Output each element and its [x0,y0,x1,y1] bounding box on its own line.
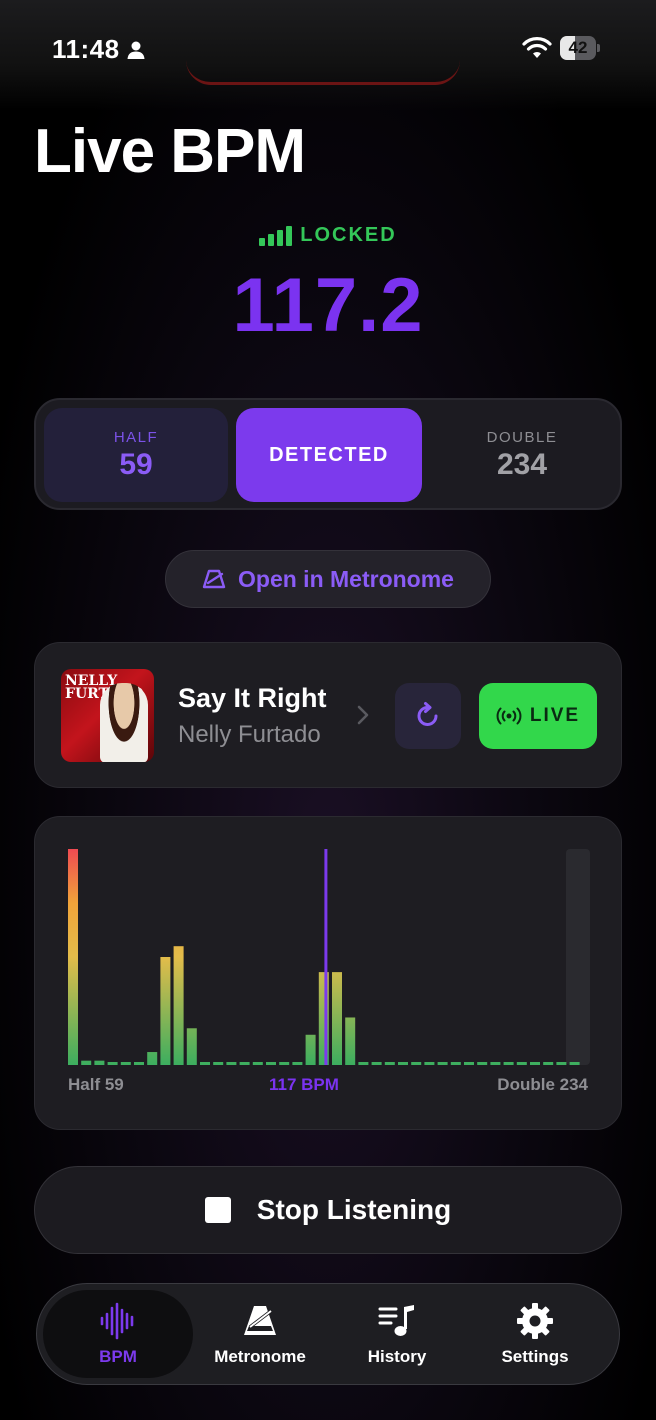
histogram-bar [134,1062,144,1065]
dynamic-island [186,60,460,85]
histogram-bar [279,1062,290,1065]
refresh-icon [417,702,438,726]
tab-metronome[interactable]: Metronome [185,1290,335,1378]
histogram-bar [411,1062,422,1065]
half-value: 59 [119,447,153,481]
chevron-right-icon[interactable] [357,705,369,725]
live-button[interactable]: LIVE [479,683,597,749]
histogram-bar [516,1062,527,1065]
histogram-bar [226,1062,237,1065]
histogram-bar [371,1062,382,1065]
histogram-track [566,849,590,1065]
now-playing-card: NELLY FURTADO Say It Right Nelly Furtado… [34,642,622,788]
detected-label: DETECTED [269,443,389,466]
histogram-bar [239,1062,250,1065]
track-title[interactable]: Say It Right [178,683,327,714]
broadcast-icon [496,707,522,725]
histogram-bar [345,1017,356,1065]
histogram-bar [292,1062,303,1065]
histogram-bar [332,972,342,1065]
history-icon [378,1305,414,1336]
tab-settings[interactable]: Settings [460,1290,610,1378]
histogram-bar [569,1062,580,1065]
histogram-bar [530,1062,540,1065]
waveform-icon [100,1302,134,1340]
histogram-bar [186,1028,197,1065]
tab-settings-label: Settings [501,1347,569,1366]
histogram-bar [464,1062,474,1065]
tab-bar: BPM Metronome History Settings [36,1283,620,1385]
track-artist: Nelly Furtado [178,721,321,748]
histogram-bar [450,1062,461,1065]
histogram-bar [68,849,78,1065]
histogram-bar [490,1062,501,1065]
histogram-bar [543,1062,554,1065]
status-time: 11:48 [52,34,120,64]
stop-listening-button[interactable]: Stop Listening [34,1166,622,1254]
lock-status: LOCKED [0,224,656,247]
histogram-bar [384,1062,395,1065]
metronome-icon [202,569,226,589]
signal-bars-icon [259,225,293,246]
tab-bpm[interactable]: BPM [43,1290,193,1378]
histogram-bar [213,1062,224,1065]
histogram-bar [200,1062,210,1065]
tab-history-label: History [367,1347,427,1366]
wifi-icon [522,37,552,58]
tab-history[interactable]: History [322,1290,472,1378]
open-in-metronome-button[interactable]: Open in Metronome [165,550,491,608]
tab-bpm-label: BPM [99,1347,137,1366]
histogram-bar [305,1034,316,1065]
page-title: Live BPM [34,117,306,186]
histogram-bar [556,1062,567,1065]
axis-label-left: Half 59 [68,1075,124,1094]
tempo-histogram-card: Half 59 117 BPM Double 234 [34,816,622,1130]
tab-metronome-label: Metronome [214,1347,306,1366]
status-bar: 11:48 42 [0,0,656,110]
double-tempo-button[interactable]: DOUBLE 234 [430,408,614,502]
half-tempo-button[interactable]: HALF 59 [44,408,228,502]
histogram-bar [477,1062,488,1065]
histogram-bar [266,1062,276,1065]
stop-listening-label: Stop Listening [256,1194,452,1225]
histogram-bar [160,957,171,1065]
histogram-bar [147,1052,158,1065]
histogram-bar [398,1062,408,1065]
histogram-bar [107,1062,118,1065]
axis-label-center: 117 BPM [269,1075,339,1094]
histogram-bar [252,1062,263,1065]
histogram-bar [503,1062,514,1065]
tempo-selector: HALF 59 DETECTED DOUBLE 234 [34,398,622,510]
battery-indicator: 42 [560,36,600,60]
histogram-bar [173,946,184,1065]
detected-bpm-marker [324,849,328,1065]
gear-icon [517,1303,553,1339]
histogram-bar [81,1060,92,1065]
double-value: 234 [496,447,548,481]
half-label: HALF [113,428,159,446]
refresh-button[interactable] [395,683,461,749]
metronome-icon [244,1306,276,1335]
stop-icon [204,1197,231,1223]
live-label: LIVE [529,705,581,726]
axis-label-right: Double 234 [497,1075,588,1094]
histogram-bar [358,1062,369,1065]
open-in-metronome-label: Open in Metronome [238,565,454,592]
histogram-bar [120,1062,131,1065]
histogram-bar [94,1060,105,1065]
histogram-bar [437,1062,448,1065]
histogram-bar [424,1062,435,1065]
detected-tempo-button[interactable]: DETECTED [236,408,422,502]
person-icon [127,41,145,59]
double-label: DOUBLE [486,428,558,446]
lock-label: LOCKED [300,224,397,246]
battery-percent: 42 [568,38,588,57]
album-art: NELLY FURTADO [61,669,154,762]
bpm-readout: 117.2 [232,263,424,348]
